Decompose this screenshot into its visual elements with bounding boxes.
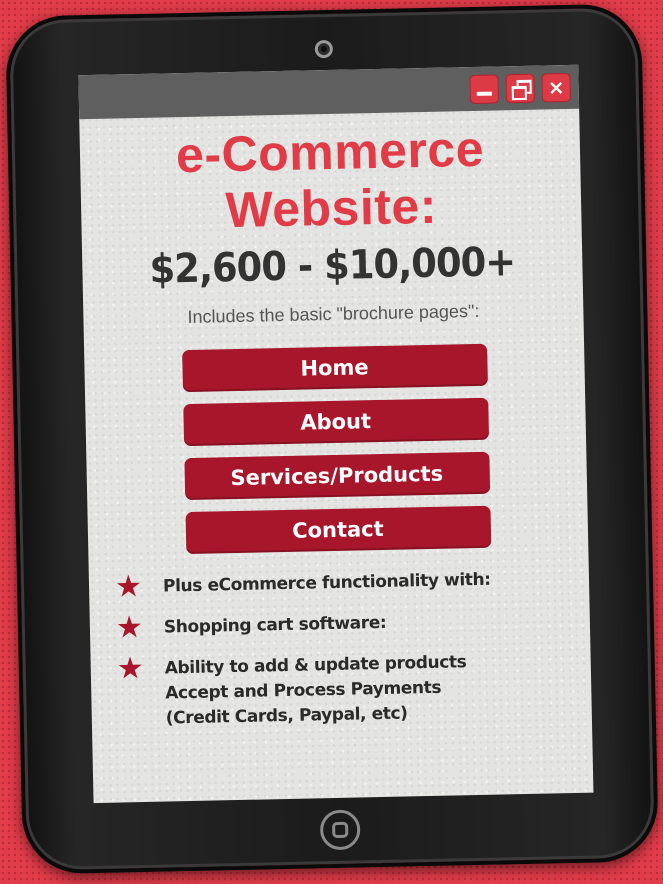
feature-list: ★ Plus eCommerce functionality with: ★ S… [115, 566, 592, 733]
tablet-device: × e-Commerce Website: $2,600 - $10,000+ … [5, 3, 659, 875]
star-icon: ★ [116, 650, 144, 687]
nav-menu: Home About Services/Products Contact [181, 343, 491, 555]
camera-icon [314, 39, 334, 59]
price-range: $2,600 - $10,000+ [149, 239, 516, 293]
tablet-illustration: × e-Commerce Website: $2,600 - $10,000+ … [0, 0, 663, 884]
star-icon: ★ [115, 610, 143, 646]
feature-item: ★ Ability to add & update products Accep… [116, 648, 592, 733]
title-line-2: Website: [224, 177, 438, 239]
star-icon: ★ [114, 569, 142, 605]
feature-item: ★ Plus eCommerce functionality with: [114, 566, 589, 605]
nav-button-services-products[interactable]: Services/Products [183, 451, 490, 501]
nav-button-home[interactable]: Home [181, 343, 488, 393]
page-title: e-Commerce Website: [79, 119, 581, 241]
restore-button[interactable] [505, 73, 536, 104]
feature-item: ★ Shopping cart software: [115, 607, 590, 646]
minimize-button[interactable] [469, 74, 500, 105]
window-controls: × [469, 72, 572, 105]
nav-button-about[interactable]: About [182, 397, 489, 447]
close-icon: × [547, 75, 565, 100]
tablet-screen: × e-Commerce Website: $2,600 - $10,000+ … [78, 64, 594, 804]
feature-text: Shopping cart software: [163, 612, 387, 638]
feature-text: Plus eCommerce functionality with: [162, 569, 491, 597]
close-button[interactable]: × [541, 72, 572, 103]
page-content: e-Commerce Website: $2,600 - $10,000+ In… [79, 109, 592, 733]
minimize-icon [476, 91, 492, 96]
home-button-icon [319, 809, 361, 851]
includes-subtitle: Includes the basic "brochure pages": [187, 300, 480, 327]
nav-button-contact[interactable]: Contact [185, 505, 491, 555]
title-line-1: e-Commerce [175, 120, 485, 184]
restore-icon [506, 75, 534, 103]
